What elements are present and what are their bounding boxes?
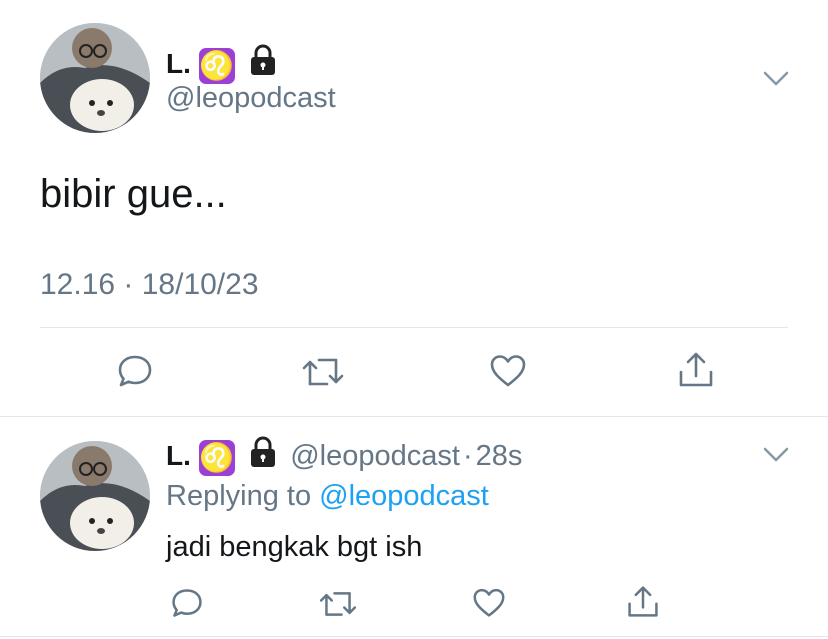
replying-to-label: Replying to [166,480,312,512]
divider [40,327,788,328]
reply-display-name[interactable]: L. [166,440,191,471]
share-button[interactable] [677,350,715,395]
bottom-divider [0,636,828,637]
reply-avatar[interactable] [40,441,150,551]
reply-time[interactable]: 28s [476,440,523,472]
leo-zodiac-icon: ♌ [198,439,235,476]
time-separator: · [462,440,473,472]
avatar-image [40,441,150,551]
retweet-icon [319,592,357,616]
reply-header: L. ♌ @leopodcast · 28s [166,436,522,476]
chevron-down-icon[interactable] [762,70,790,93]
like-icon [473,588,505,617]
reply-button[interactable] [116,352,154,395]
section-divider [0,416,828,417]
like-icon [490,355,526,387]
reply-chevron-down-icon[interactable] [762,446,790,469]
handle[interactable]: @leopodcast [166,80,336,116]
retweet-button[interactable] [301,354,345,395]
retweet-icon [302,358,344,386]
replying-to-link[interactable]: @leopodcast [319,480,489,512]
reply-icon [118,355,152,387]
reply-icon [172,589,202,617]
like-button[interactable] [489,353,527,394]
tweet-text: bibir gue... [40,172,227,216]
replying-to: Replying to @leopodcast [166,478,489,514]
avatar[interactable] [40,23,150,133]
reply-retweet-button[interactable] [318,588,358,625]
reply-like-button[interactable] [472,587,506,624]
share-icon [628,586,658,617]
main-tweet-header: L. ♌ [166,44,278,84]
reply-reply-button[interactable] [170,586,204,625]
reply-share-button[interactable] [626,584,660,625]
timestamp[interactable]: 12.16 · 18/10/23 [40,266,259,304]
reply-handle[interactable]: @leopodcast [290,440,460,472]
avatar-image [40,23,150,133]
leo-zodiac-icon: ♌ [198,47,235,84]
share-icon [679,352,713,387]
display-name[interactable]: L. [166,48,191,79]
lock-icon [248,436,278,479]
reply-text: jadi bengkak bgt ish [166,531,423,563]
